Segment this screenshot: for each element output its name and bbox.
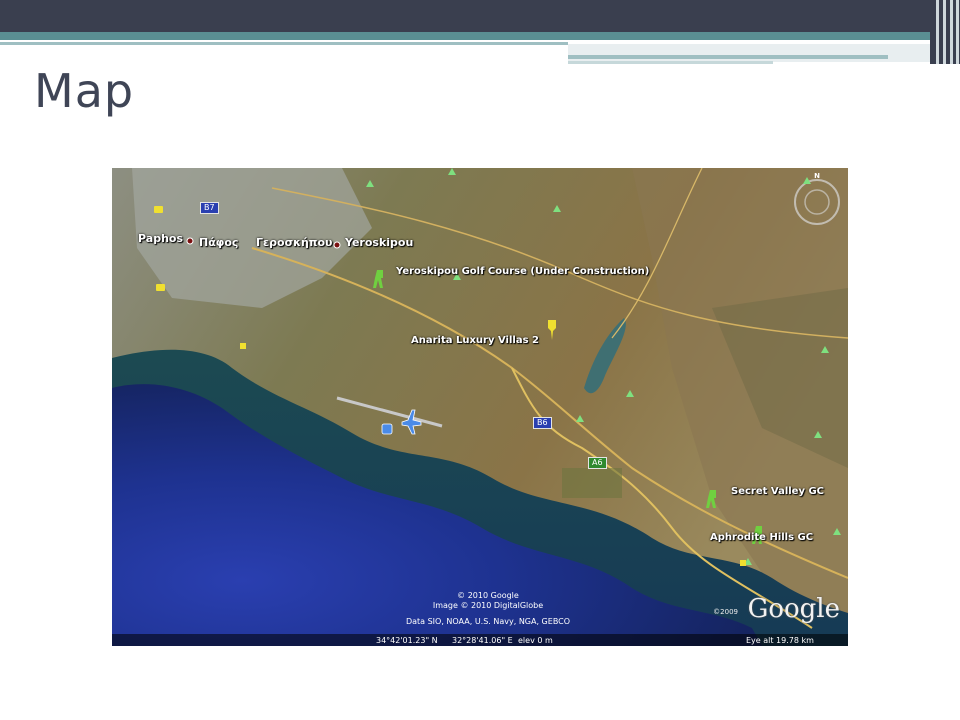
attribution-line-3: Data SIO, NOAA, U.S. Navy, NGA, GEBCO: [405, 617, 571, 626]
slide-title: Map: [34, 64, 135, 118]
label-yeroskipou: Yeroskipou: [345, 236, 414, 249]
label-yeroskipou-golf[interactable]: Yeroskipou Golf Course (Under Constructi…: [396, 266, 649, 277]
label-secret-valley[interactable]: Secret Valley GC: [731, 486, 824, 497]
label-paphos: Paphos: [138, 232, 183, 245]
compass-north-label: N: [814, 172, 820, 180]
status-elevation: elev 0 m: [518, 636, 553, 645]
google-logo: Google: [747, 594, 840, 624]
status-longitude: 32°28'41.06" E: [452, 636, 513, 645]
label-paphos-greek: Πάφος: [199, 236, 239, 249]
header-line: [0, 42, 568, 45]
status-latitude: 34°42'01.23" N: [376, 636, 438, 645]
status-eye-altitude: Eye alt 19.78 km: [746, 636, 814, 645]
satellite-map[interactable]: Paphos Πάφος Γεροσκήπου Yeroskipou Yeros…: [112, 168, 848, 646]
label-aphrodite-hills[interactable]: Aphrodite Hills GC: [710, 532, 813, 543]
header-step-line: [568, 55, 888, 59]
header-bar-teal: [0, 32, 930, 40]
header-step: [568, 44, 930, 62]
road-shield-b7: B7: [200, 202, 219, 214]
header-stripes: [930, 0, 960, 64]
map-attribution: © 2010 Google Image © 2010 DigitalGlobe …: [378, 591, 598, 627]
header-bar-dark: [0, 0, 930, 32]
road-shield-a6: A6: [588, 457, 607, 469]
label-yeroskipou-greek: Γεροσκήπου: [256, 236, 333, 249]
logo-year: ©2009: [713, 608, 738, 616]
road-shield-b6: B6: [533, 417, 552, 429]
header-step-line-2: [568, 61, 773, 64]
attribution-line-1: © 2010 Google: [457, 591, 519, 600]
label-anarita-villas[interactable]: Anarita Luxury Villas 2: [411, 335, 539, 346]
attribution-line-2: Image © 2010 DigitalGlobe: [432, 601, 544, 610]
